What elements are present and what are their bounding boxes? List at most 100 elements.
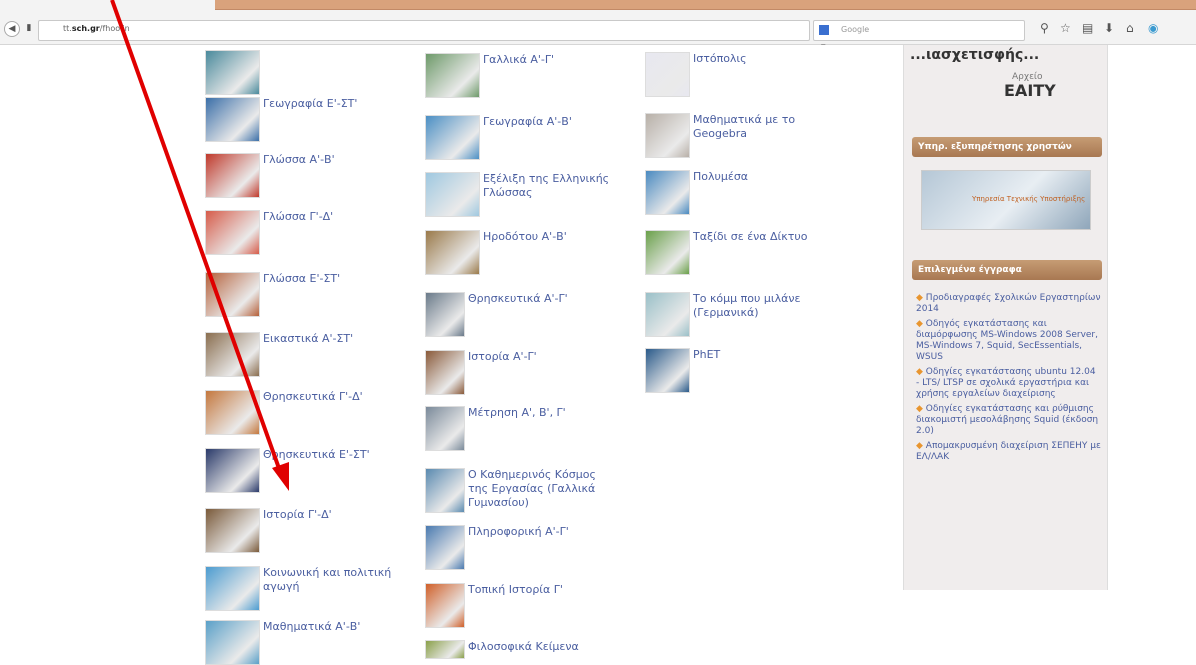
list-item[interactable]: Κοινωνική και πολιτική αγωγή <box>205 566 403 611</box>
course-link[interactable]: Πληροφορική Α'-Γ' <box>465 525 569 539</box>
course-thumbnail[interactable] <box>425 468 465 513</box>
course-link[interactable]: Τοπική Ιστορία Γ' <box>465 583 563 597</box>
course-thumbnail[interactable] <box>425 53 480 98</box>
list-item[interactable]: Μαθηματικά Α'-Β' <box>205 620 360 665</box>
history-icon[interactable]: ▮ <box>22 21 36 35</box>
doc-link[interactable]: ◆ Οδηγός εγκατάστασης και διαμόρφωσης MS… <box>916 319 1101 363</box>
list-item[interactable]: Γλώσσα Ε'-ΣΤ' <box>205 272 340 317</box>
course-link[interactable]: Ιστορία Α'-Γ' <box>465 350 537 364</box>
support-banner[interactable]: Υπηρεσία Τεχνικής Υποστήριξης <box>921 170 1091 230</box>
course-thumbnail[interactable] <box>205 210 260 255</box>
bookmarks-list-icon[interactable]: ▤ <box>1082 21 1093 35</box>
doc-link[interactable]: ◆ Απομακρυσμένη διαχείριση ΣΕΠΕΗΥ με ΕΛ/… <box>916 441 1101 463</box>
course-thumbnail[interactable] <box>205 332 260 377</box>
course-thumbnail[interactable] <box>425 640 465 659</box>
course-link[interactable]: Το κόμμ που μιλάνε (Γερμανικά) <box>690 292 818 320</box>
list-item[interactable]: Γλώσσα Γ'-Δ' <box>205 210 333 255</box>
course-thumbnail[interactable] <box>205 50 260 95</box>
course-thumbnail[interactable] <box>205 390 260 435</box>
search-icon[interactable]: ⚲ <box>1040 21 1049 35</box>
course-link[interactable]: Μαθηματικά Α'-Β' <box>260 620 360 634</box>
list-item[interactable]: Τοπική Ιστορία Γ' <box>425 583 563 628</box>
course-thumbnail[interactable] <box>205 448 260 493</box>
course-thumbnail[interactable] <box>425 583 465 628</box>
course-thumbnail[interactable] <box>205 153 260 198</box>
search-input[interactable]: Google <box>813 20 1025 41</box>
list-item[interactable]: Μέτρηση Α', Β', Γ' <box>425 406 566 451</box>
course-link[interactable]: Εικαστικά Α'-ΣΤ' <box>260 332 353 346</box>
course-link[interactable]: Ιστόπολις <box>690 52 747 66</box>
back-arrow-icon[interactable]: ◀ <box>4 21 20 37</box>
course-link[interactable]: Γλώσσα Α'-Β' <box>260 153 335 167</box>
doc-link[interactable]: ◆ Οδηγίες εγκατάστασης και ρύθμισης διακ… <box>916 404 1101 437</box>
bookmark-star-icon[interactable]: ☆ <box>1060 21 1071 35</box>
list-item[interactable]: PhET <box>645 348 720 393</box>
list-item[interactable]: Γλώσσα Α'-Β' <box>205 153 335 198</box>
list-item[interactable]: Εξέλιξη της Ελληνικής Γλώσσας <box>425 172 623 217</box>
course-link[interactable]: PhET <box>690 348 720 362</box>
course-thumbnail[interactable] <box>205 272 260 317</box>
course-thumbnail[interactable] <box>425 292 465 337</box>
course-link[interactable]: Θρησκευτικά Α'-Γ' <box>465 292 568 306</box>
course-thumbnail[interactable] <box>425 406 465 451</box>
course-thumbnail[interactable] <box>205 97 260 142</box>
course-link[interactable]: Φιλοσοφικά Κείμενα <box>465 640 579 654</box>
course-link[interactable]: Ηροδότου Α'-Β' <box>480 230 567 244</box>
course-link[interactable]: Πολυμέσα <box>690 170 748 184</box>
course-link[interactable]: Ιστορία Γ'-Δ' <box>260 508 332 522</box>
course-thumbnail[interactable] <box>425 350 465 395</box>
course-link[interactable]: Μέτρηση Α', Β', Γ' <box>465 406 566 420</box>
course-link[interactable]: Εξέλιξη της Ελληνικής Γλώσσας <box>480 172 623 200</box>
course-link[interactable]: Γλώσσα Γ'-Δ' <box>260 210 333 224</box>
doc-link[interactable]: ◆ Προδιαγραφές Σχολικών Εργαστηρίων 2014 <box>916 293 1101 315</box>
course-thumbnail[interactable] <box>205 508 260 553</box>
addon-icon[interactable]: ◉ <box>1148 21 1158 35</box>
course-thumbnail[interactable] <box>205 620 260 665</box>
list-item[interactable] <box>205 50 263 95</box>
list-item[interactable]: Ιστόπολις <box>645 52 747 97</box>
search-engine-icon[interactable] <box>819 25 829 35</box>
course-link[interactable]: Γλώσσα Ε'-ΣΤ' <box>260 272 340 286</box>
list-item[interactable]: Ιστορία Γ'-Δ' <box>205 508 332 553</box>
course-link[interactable]: Γαλλικά Α'-Γ' <box>480 53 554 67</box>
course-thumbnail[interactable] <box>425 172 480 217</box>
course-thumbnail[interactable] <box>425 525 465 570</box>
list-item[interactable]: Πληροφορική Α'-Γ' <box>425 525 569 570</box>
list-item[interactable]: Γεωγραφία Α'-Β' <box>425 115 572 160</box>
course-link[interactable]: Μαθηματικά με το Geogebra <box>690 113 818 141</box>
list-item[interactable]: Φιλοσοφικά Κείμενα <box>425 640 579 659</box>
course-link[interactable]: Γεωγραφία Ε'-ΣΤ' <box>260 97 357 111</box>
course-thumbnail[interactable] <box>645 230 690 275</box>
list-item[interactable]: Ιστορία Α'-Γ' <box>425 350 537 395</box>
list-item[interactable]: Ηροδότου Α'-Β' <box>425 230 567 275</box>
download-icon[interactable]: ⬇ <box>1104 21 1114 35</box>
doc-link[interactable]: ◆ Οδηγίες εγκατάστασης ubuntu 12.04 - LT… <box>916 367 1101 400</box>
list-item[interactable]: Το κόμμ που μιλάνε (Γερμανικά) <box>645 292 818 337</box>
course-link[interactable]: Κοινωνική και πολιτική αγωγή <box>260 566 403 594</box>
course-link[interactable]: Ταξίδι σε ένα Δίκτυο <box>690 230 807 244</box>
course-link[interactable]: Γεωγραφία Α'-Β' <box>480 115 572 129</box>
course-thumbnail[interactable] <box>425 115 480 160</box>
list-item[interactable]: Γεωγραφία Ε'-ΣΤ' <box>205 97 357 142</box>
course-thumbnail[interactable] <box>645 170 690 215</box>
list-item[interactable]: Θρησκευτικά Γ'-Δ' <box>205 390 363 435</box>
list-item[interactable]: Εικαστικά Α'-ΣΤ' <box>205 332 353 377</box>
course-link[interactable]: Ο Καθημερινός Κόσμος της Εργασίας (Γαλλι… <box>465 468 603 510</box>
course-thumbnail[interactable] <box>645 113 690 158</box>
list-item[interactable]: Ο Καθημερινός Κόσμος της Εργασίας (Γαλλι… <box>425 468 603 513</box>
url-bar[interactable]: tt.sch.gr/fhoolin ▾ C <box>38 20 827 62</box>
course-thumbnail[interactable] <box>645 348 690 393</box>
course-link[interactable]: Θρησκευτικά Γ'-Δ' <box>260 390 363 404</box>
home-icon[interactable]: ⌂ <box>1126 21 1134 35</box>
course-thumbnail[interactable] <box>645 292 690 337</box>
course-link[interactable]: Θρησκευτικά Ε'-ΣΤ' <box>260 448 370 462</box>
course-thumbnail[interactable] <box>645 52 690 97</box>
list-item[interactable]: Θρησκευτικά Ε'-ΣΤ' <box>205 448 370 493</box>
eaity-label[interactable]: EAITY <box>1004 81 1056 100</box>
list-item[interactable]: Πολυμέσα <box>645 170 748 215</box>
list-item[interactable]: Ταξίδι σε ένα Δίκτυο <box>645 230 807 275</box>
list-item[interactable]: Θρησκευτικά Α'-Γ' <box>425 292 568 337</box>
list-item[interactable]: Γαλλικά Α'-Γ' <box>425 53 554 98</box>
course-thumbnail[interactable] <box>425 230 480 275</box>
course-thumbnail[interactable] <box>205 566 260 611</box>
